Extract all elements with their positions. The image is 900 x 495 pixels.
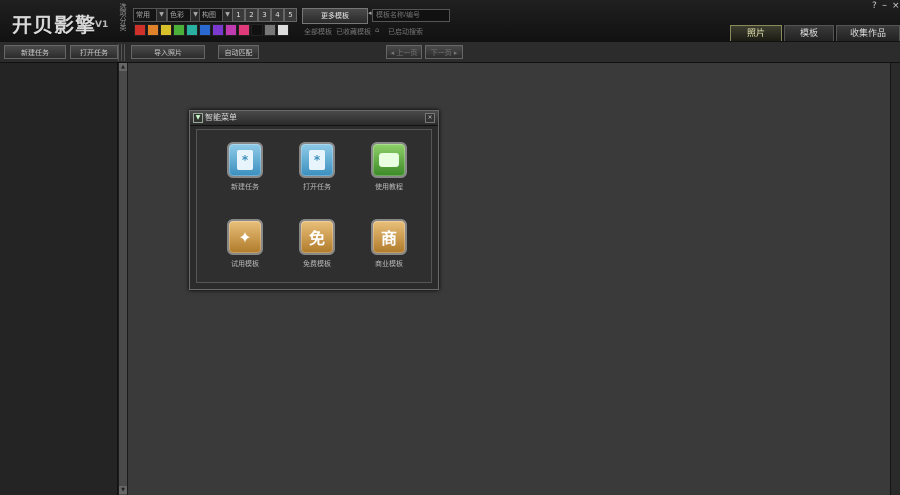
app-label: 打开任务 [303,183,331,191]
app-trial-templates[interactable]: ✦ 试用模板 [215,219,275,269]
template-search-input[interactable] [372,9,450,22]
panel-resize-handle[interactable] [118,44,126,61]
auto-search-label: 已启动搜索 [388,28,423,36]
close-icon[interactable]: × [892,1,900,11]
task-panel [0,63,118,495]
minimize-icon[interactable]: – [882,0,887,11]
app-tutorial[interactable]: 使用教程 [359,142,419,192]
color-swatch[interactable] [160,24,172,36]
composition-select-value: 构图 [202,11,216,19]
menu-dropdown-icon[interactable]: ▼ [193,113,203,123]
free-icon: 免 [299,219,335,255]
help-icon[interactable]: ? [872,1,877,11]
category-side-label: 选项分类 [119,3,127,31]
app-label: 使用教程 [375,183,403,191]
dialog-body: * 新建任务 * 打开任务 使用教程 ✦ 试用模板 免 免费模板 商 商业模板 [196,129,432,283]
color-swatch[interactable] [238,24,250,36]
app-open-task[interactable]: * 打开任务 [287,142,347,192]
number-button-3[interactable]: 3 [258,8,271,22]
chevron-down-icon: ▼ [156,9,166,21]
color-swatch[interactable] [199,24,211,36]
open-task-button[interactable]: 打开任务 [70,45,118,59]
color-swatch[interactable] [134,24,146,36]
tab-photo[interactable]: 照片 [730,25,782,41]
all-templates-option[interactable]: 全部模板 [304,27,332,37]
color-swatch[interactable] [186,24,198,36]
color-select-value: 色彩 [170,11,184,19]
right-scrollbar[interactable] [890,63,900,495]
smart-layout-button[interactable]: 自动匹配 [218,45,259,59]
doc-glyph: * [237,150,253,170]
app-commercial-templates[interactable]: 商 商业模板 [359,219,419,269]
app-label: 商业模板 [375,260,403,268]
app-label: 免费模板 [303,260,331,268]
tab-template[interactable]: 模板 [784,25,834,41]
color-swatch[interactable] [277,24,289,36]
color-swatch[interactable] [225,24,237,36]
open-task-icon: * [299,142,335,178]
dialog-title-bar: ▼ 智能菜单 × [190,111,438,126]
chat-bubble-icon [371,142,407,178]
number-button-4[interactable]: 4 [271,8,284,22]
color-select[interactable]: 色彩 ▼ [167,8,201,22]
lock-icon: ⌂ [375,26,380,34]
color-swatch[interactable] [212,24,224,36]
app-label: 试用模板 [231,260,259,268]
new-task-button[interactable]: 新建任务 [4,45,66,59]
number-button-1[interactable]: 1 [232,8,245,22]
color-swatch[interactable] [173,24,185,36]
color-swatch[interactable] [264,24,276,36]
smart-menu-dialog: ▼ 智能菜单 × * 新建任务 * 打开任务 使用教程 ✦ 试用模板 免 免费模… [189,110,439,290]
color-swatch[interactable] [251,24,263,36]
more-templates-button[interactable]: 更多模板 [302,8,368,24]
new-task-icon: * [227,142,263,178]
common-select[interactable]: 常用 ▼ [133,8,167,22]
doc-glyph: * [309,150,325,170]
scroll-down-icon[interactable]: ▼ [119,486,127,494]
dialog-title: 智能菜单 [205,113,237,122]
number-button-2[interactable]: 2 [245,8,258,22]
next-page-button[interactable]: 下一页 ▸ [425,45,463,59]
left-scrollbar[interactable] [119,63,127,495]
scroll-up-icon[interactable]: ▲ [119,63,127,71]
bubble-glyph [379,153,399,167]
dialog-close-button[interactable]: × [425,113,435,123]
app-label: 新建任务 [231,183,259,191]
commercial-icon: 商 [371,219,407,255]
chevron-down-icon: ▼ [222,9,232,21]
color-swatch[interactable] [147,24,159,36]
app-logo: 开贝影擎 [12,13,96,37]
bird-icon: ✦ [227,219,263,255]
number-button-5[interactable]: 5 [284,8,297,22]
import-photo-button[interactable]: 导入照片 [131,45,205,59]
composition-select[interactable]: 构图 ▼ [199,8,233,22]
favorite-templates-option[interactable]: 已收藏模板 [336,27,371,37]
prev-page-button[interactable]: ◂ 上一页 [386,45,422,59]
app-new-task[interactable]: * 新建任务 [215,142,275,192]
common-select-value: 常用 [136,11,150,19]
app-version: V1 [95,20,109,30]
tab-collect-works[interactable]: 收集作品 [836,25,900,41]
app-free-templates[interactable]: 免 免费模板 [287,219,347,269]
